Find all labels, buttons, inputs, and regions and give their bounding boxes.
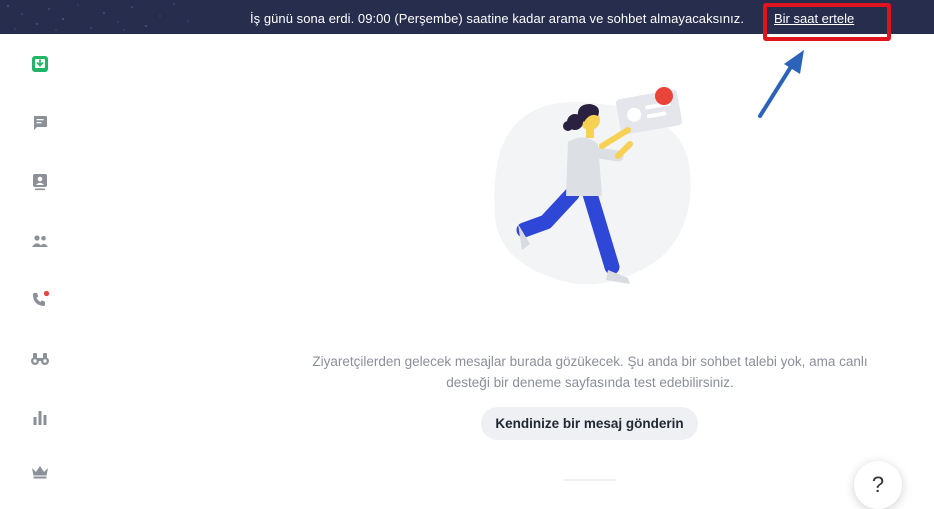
visitors-icon [32, 235, 48, 247]
notification-badge [43, 290, 50, 297]
empty-state-illustration [494, 87, 691, 285]
phone-icon [33, 290, 50, 306]
starry-background [7, 3, 189, 31]
sidebar-item-inbox[interactable] [26, 50, 54, 78]
sidebar-item-traffic[interactable] [26, 345, 54, 373]
bar-chart-icon [33, 411, 47, 425]
send-test-message-button[interactable]: Kendinize bir mesaj gönderin [481, 407, 698, 440]
empty-state-message: Ziyaretçilerden gelecek mesajlar burada … [312, 354, 868, 390]
divider [563, 479, 617, 481]
banner-message: İş günü sona erdi. 09:00 (Perşembe) saat… [250, 11, 744, 26]
help-button[interactable]: ? [854, 461, 902, 509]
inbox-download-icon [32, 56, 48, 72]
annotation-arrow-icon [758, 50, 804, 118]
sidebar-nav [0, 34, 80, 505]
contacts-card-icon [33, 174, 47, 191]
help-question-icon: ? [871, 472, 885, 497]
annotation-highlight-box [763, 3, 891, 41]
chat-bubble-icon [34, 116, 47, 130]
sidebar-item-reports[interactable] [26, 404, 54, 432]
sidebar-item-chats[interactable] [26, 109, 54, 137]
sidebar-item-visitors[interactable] [26, 227, 54, 255]
crown-icon [32, 466, 48, 479]
sidebar-item-upgrade[interactable] [26, 458, 54, 486]
sidebar-item-contacts[interactable] [26, 168, 54, 196]
binoculars-icon [31, 353, 49, 365]
sidebar-item-calls[interactable] [26, 286, 54, 314]
